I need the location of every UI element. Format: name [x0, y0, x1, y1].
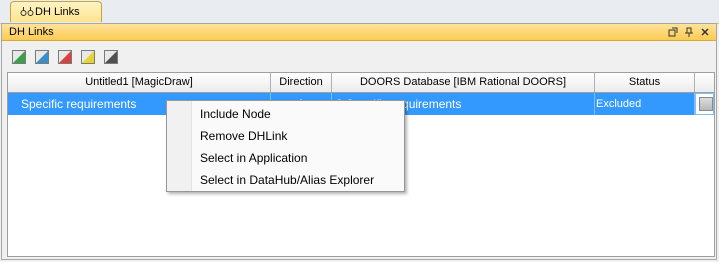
cell-status: Excluded [595, 93, 695, 115]
green-flag-icon[interactable] [12, 50, 26, 64]
column-header-source[interactable]: Untitled1 [MagicDraw] [8, 73, 271, 92]
panel-title: DH Links [9, 26, 54, 38]
editor-tab-strip: DH Links [0, 0, 719, 24]
menu-item-remove-dhlink[interactable]: Remove DHLink [169, 126, 402, 146]
links-icon [20, 6, 34, 17]
tab-label: DH Links [35, 6, 80, 18]
column-header-status[interactable]: Status [595, 73, 695, 92]
table-header: Untitled1 [MagicDraw] Direction DOORS Da… [8, 73, 714, 93]
row-checkbox[interactable] [699, 97, 713, 111]
toolbar [2, 41, 716, 72]
dark-flag-icon[interactable] [104, 50, 118, 64]
red-flag-icon[interactable] [58, 50, 72, 64]
tab-dh-links[interactable]: DH Links [10, 1, 102, 22]
column-header-target[interactable]: DOORS Database [IBM Rational DOORS] [332, 73, 595, 92]
yellow-flag-icon[interactable] [81, 50, 95, 64]
restore-icon[interactable] [666, 25, 680, 39]
menu-item-select-in-datahub-explorer[interactable]: Select in DataHub/Alias Explorer [169, 170, 402, 190]
cell-select [695, 93, 714, 115]
menu-item-select-in-application[interactable]: Select in Application [169, 148, 402, 168]
menu-item-include-node[interactable]: Include Node [169, 104, 402, 124]
context-menu: Include Node Remove DHLink Select in App… [166, 100, 405, 192]
blue-flag-icon[interactable] [35, 50, 49, 64]
panel-title-bar: DH Links [2, 24, 716, 41]
column-header-select[interactable] [695, 73, 714, 92]
column-header-direction[interactable]: Direction [271, 73, 332, 92]
pin-icon[interactable] [682, 25, 696, 39]
close-icon[interactable] [698, 25, 712, 39]
